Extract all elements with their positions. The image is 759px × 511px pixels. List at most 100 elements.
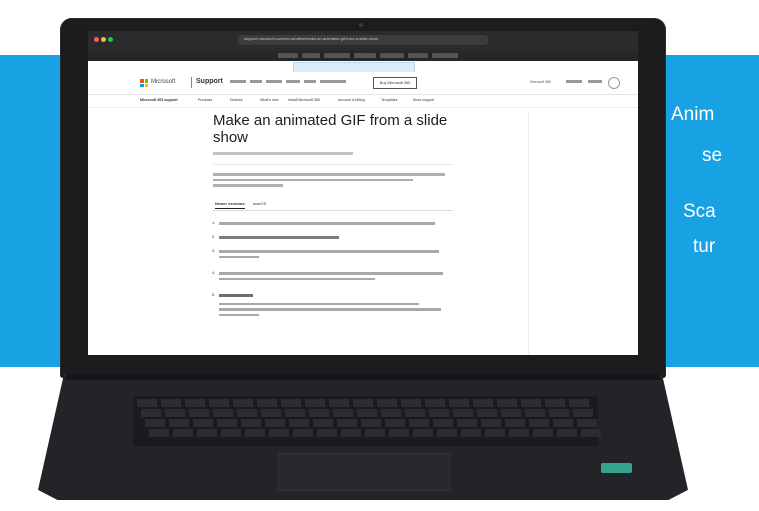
keyboard-key [437,429,457,437]
keyboard-key [189,409,209,417]
keyboard-key [293,429,313,437]
buy-microsoft-365-button[interactable]: Buy Microsoft 365 [373,77,417,89]
address-bar[interactable]: support.microsoft.com/en-us/office/make-… [238,35,488,45]
bookmark-item[interactable] [408,53,428,58]
address-text: support.microsoft.com/en-us/office/make-… [244,36,379,41]
keyboard-key [481,419,501,427]
bookmark-item[interactable] [324,53,350,58]
subnav-item[interactable]: Products [198,98,212,102]
subnav-item[interactable]: What's new [260,98,278,102]
page-title: Make an animated GIF from a slide show [213,112,448,146]
header-nav-item[interactable] [230,80,246,83]
promo-line-1: Anim [671,104,715,125]
keyboard-key [265,419,285,427]
keyboard-key [577,419,597,427]
keyboard-key [545,399,565,407]
keyboard-key [569,399,589,407]
hinge [66,374,660,380]
maximize-window-icon[interactable] [108,37,113,42]
header-nav-item[interactable] [250,80,262,83]
subnav-item[interactable]: Microsoft 365 support [140,98,178,102]
tab-newer-versions[interactable]: Newer versions [215,201,245,209]
bookmark-item[interactable] [278,53,298,58]
browser-toolbar: support.microsoft.com/en-us/office/make-… [88,31,638,51]
keyboard-key [409,419,429,427]
microsoft-logo-icon[interactable] [140,79,148,87]
keyboard-key [329,399,349,407]
keyboard-key [581,429,601,437]
applies-to-line [213,152,353,155]
bookmarks-bar [88,51,638,61]
support-link[interactable]: Support [196,78,223,85]
list-item: 2. [212,234,449,239]
promo-line-2: se [702,145,723,166]
header-nav-item[interactable] [588,80,602,83]
keyboard-key [261,409,281,417]
keyboard-key [209,399,229,407]
keyboard-key [197,429,217,437]
minimize-window-icon[interactable] [101,37,106,42]
header-nav-item[interactable] [320,80,346,83]
subnav-item[interactable]: Devices [230,98,243,102]
keyboard-key [401,399,421,407]
subnav-item[interactable]: Install Microsoft 365 [288,98,320,102]
keyboard-key [389,429,409,437]
keyboard-key [149,429,169,437]
support-page: Microsoft Support Buy Microsoft 365 Micr… [88,72,638,355]
site-header: Microsoft Support Buy Microsoft 365 Micr… [88,72,638,95]
keyboard-key [525,409,545,417]
brand-name[interactable]: Microsoft [151,79,175,85]
header-divider [191,77,192,88]
keyboard-key [317,429,337,437]
promo-text-panel: Anim se Sca tur [659,55,759,367]
keyboard-key [269,429,289,437]
microsoft-365-link[interactable]: Microsoft 365 [530,80,551,84]
laptop-screen: support.microsoft.com/en-us/office/make-… [88,31,638,355]
keyboard-key [557,429,577,437]
keyboard-key [461,429,481,437]
subnav-item[interactable]: Templates [381,98,397,102]
keyboard-key [365,429,385,437]
keyboard-key [573,409,593,417]
avatar[interactable] [608,77,620,89]
header-nav-item[interactable] [286,80,300,83]
intro-paragraph [213,172,453,187]
keyboard-key [429,409,449,417]
sidebar-divider [528,112,529,355]
keyboard-key [141,409,161,417]
keyboard-key [341,429,361,437]
keyboard-key [313,419,333,427]
bookmark-item[interactable] [354,53,376,58]
keyboard-key [289,419,309,427]
tab-macos[interactable]: macOS [253,201,266,206]
trackpad[interactable] [278,453,450,491]
keyboard-key [485,429,505,437]
keyboard-key [137,399,157,407]
subnav-item[interactable]: Account & billing [338,98,365,102]
close-window-icon[interactable] [94,37,99,42]
list-item: 3. [212,248,449,258]
keyboard-key [233,399,253,407]
keyboard-key [193,419,213,427]
header-nav-item[interactable] [566,80,582,83]
webcam-icon [359,23,363,27]
bookmark-item[interactable] [380,53,404,58]
keyboard-key [221,429,241,437]
header-nav-item[interactable] [304,80,316,83]
promo-line-4: tur [693,236,716,257]
promo-line-3: Sca [683,201,716,222]
list-item: 1. [212,220,449,225]
status-led [601,463,632,473]
bookmark-item[interactable] [432,53,458,58]
secondary-nav: Microsoft 365 support Products Devices W… [88,95,638,108]
keyboard-key [453,409,473,417]
keyboard-key [337,419,357,427]
header-nav-item[interactable] [266,80,282,83]
bookmark-item[interactable] [302,53,320,58]
keyboard-key [385,419,405,427]
subnav-item[interactable]: More support [413,98,434,102]
keyboard-key [449,399,469,407]
keyboard [133,396,601,446]
keyboard-key [533,429,553,437]
keyboard-key [549,409,569,417]
